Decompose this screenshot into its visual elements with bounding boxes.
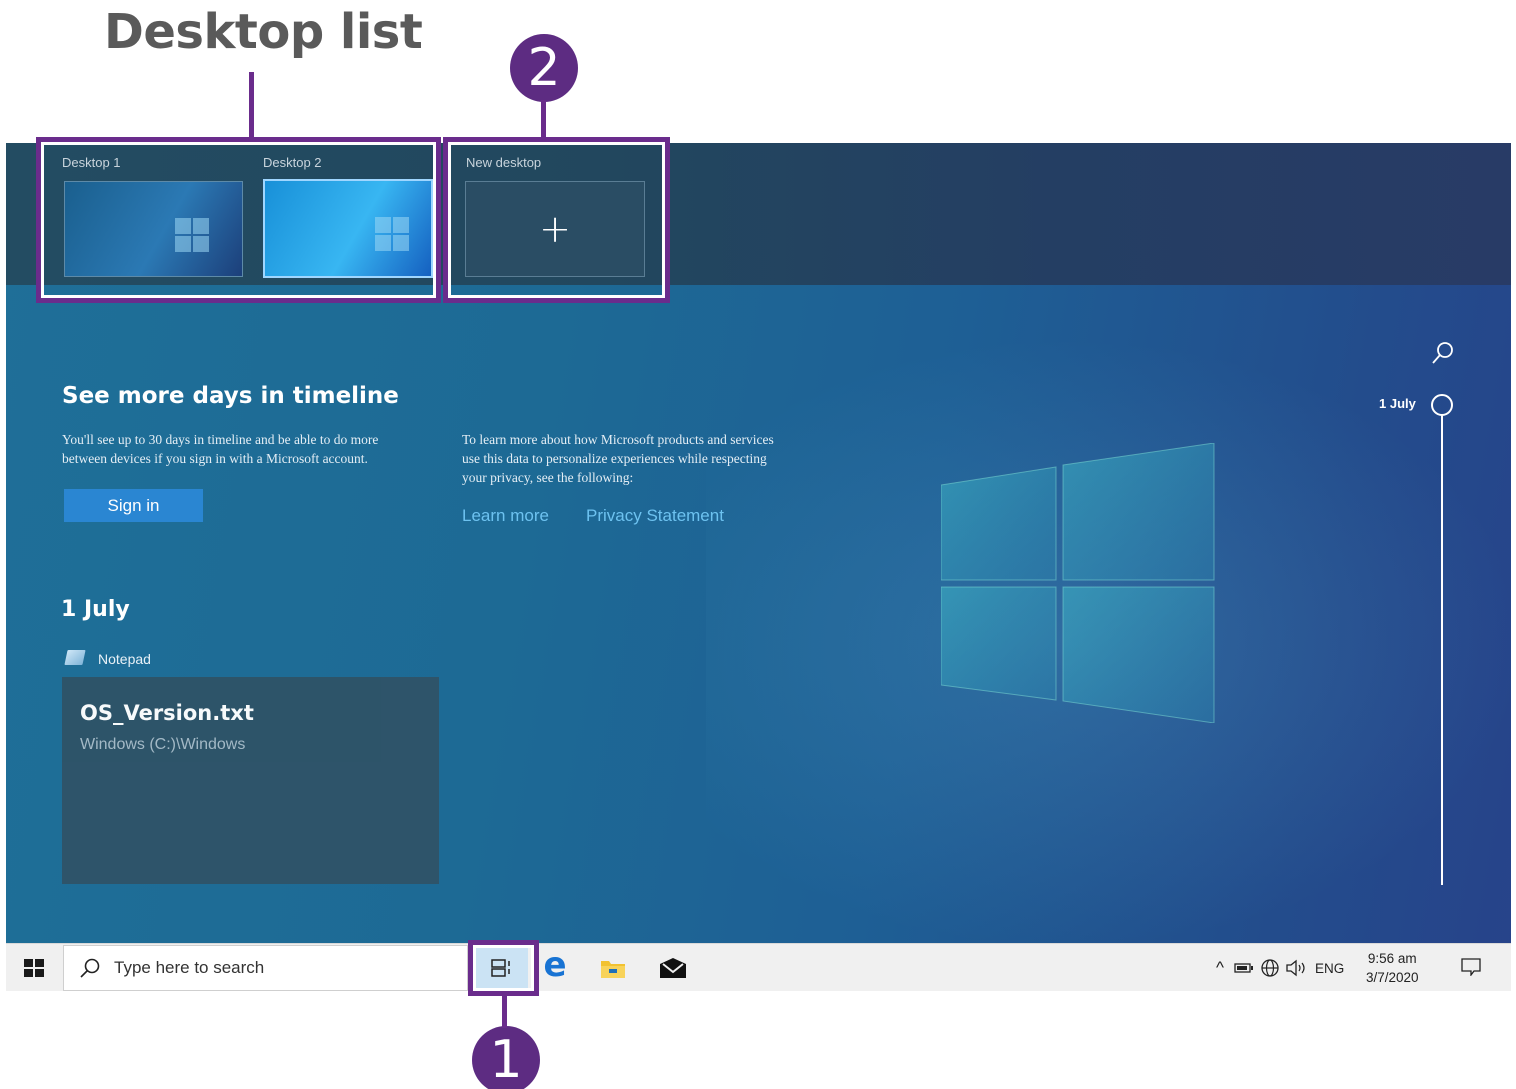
show-hidden-icons-icon[interactable]: ^ (1216, 958, 1224, 978)
start-button[interactable] (24, 959, 44, 977)
timeline-heading: See more days in timeline (62, 383, 399, 409)
desktop-list-highlight (36, 137, 441, 303)
privacy-statement-link[interactable]: Privacy Statement (586, 506, 724, 526)
activity-card-path: Windows (C:)\Windows (80, 736, 246, 753)
activity-card[interactable]: OS_Version.txt Windows (C:)\Windows (62, 677, 439, 884)
mail-icon[interactable] (658, 953, 688, 983)
network-icon[interactable] (1260, 958, 1280, 978)
marker-2: 2 (510, 34, 578, 102)
new-desktop-highlight (443, 137, 670, 303)
language-indicator[interactable]: ENG (1315, 961, 1344, 976)
taskbar: Type here to search e ^ ENG 9:56 am 3/7/… (6, 943, 1511, 991)
taskbar-search-box[interactable]: Type here to search (63, 945, 468, 991)
notepad-icon (64, 650, 86, 665)
clock-time: 9:56 am (1367, 951, 1417, 966)
notification-icon[interactable] (1461, 958, 1481, 976)
windows-wallpaper-logo (941, 443, 1215, 723)
learn-more-link[interactable]: Learn more (462, 506, 549, 526)
activity-card-title: OS_Version.txt (80, 701, 254, 725)
system-tray: ^ ENG (1216, 944, 1344, 991)
edge-icon[interactable]: e (540, 948, 570, 983)
sign-in-button[interactable]: Sign in (64, 489, 203, 522)
desktop-list-title: Desktop list (104, 4, 423, 60)
volume-icon[interactable] (1285, 959, 1307, 977)
file-explorer-icon[interactable] (598, 953, 628, 983)
privacy-description: To learn more about how Microsoft produc… (462, 432, 774, 485)
search-icon[interactable] (1431, 341, 1455, 365)
clock-date: 3/7/2020 (1366, 970, 1419, 985)
timeline-scrubber-track[interactable] (1441, 415, 1443, 885)
battery-icon[interactable] (1234, 962, 1254, 974)
desktop-list-connector (249, 72, 254, 140)
search-placeholder: Type here to search (114, 958, 265, 977)
timeline-scrubber-date: 1 July (1379, 396, 1416, 411)
activity-app-name: Notepad (98, 651, 151, 667)
clock[interactable]: 9:56 am 3/7/2020 (1366, 949, 1419, 987)
search-icon (80, 958, 100, 978)
marker-2-connector (541, 100, 546, 140)
timeline-scrubber-handle[interactable] (1431, 394, 1453, 416)
task-view-highlight (468, 940, 539, 996)
timeline-description: You'll see up to 30 days in timeline and… (62, 432, 379, 466)
activity-day-heading: 1 July (61, 597, 130, 622)
marker-1: 1 (472, 1026, 540, 1089)
